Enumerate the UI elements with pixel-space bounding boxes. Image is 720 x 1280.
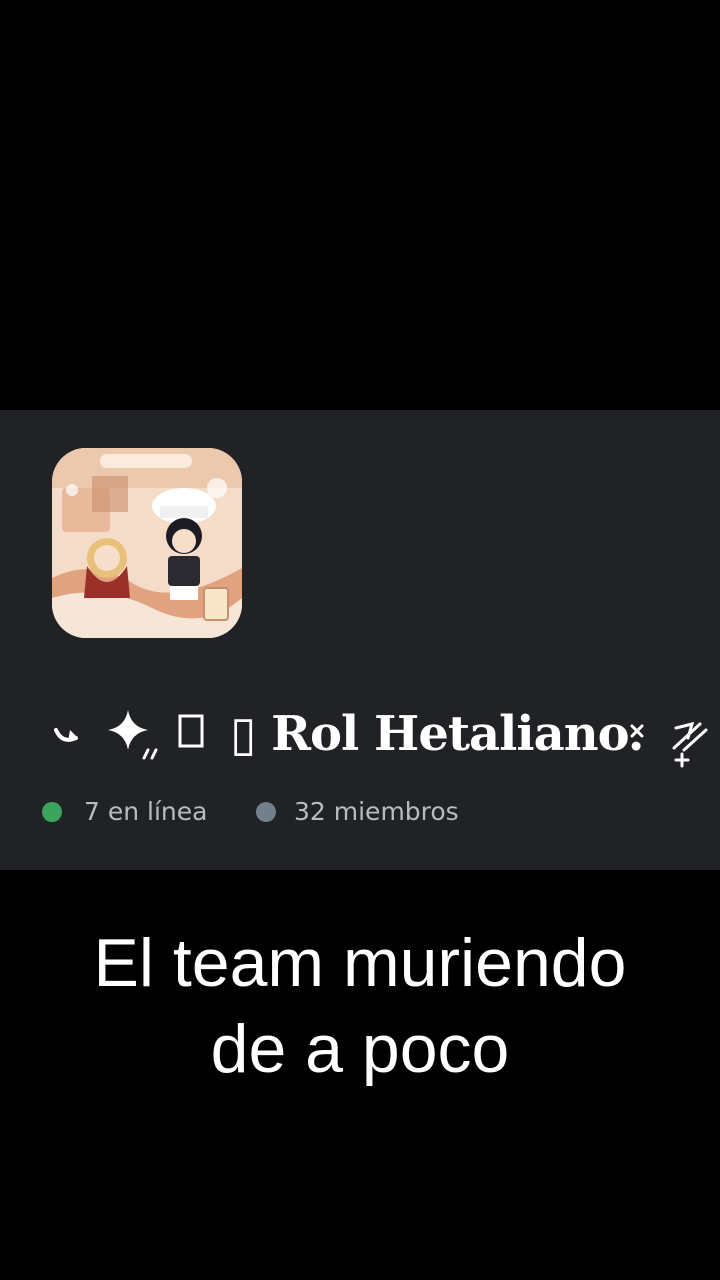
- server-icon[interactable]: [52, 448, 242, 638]
- online-count: 7 en línea: [40, 792, 240, 832]
- members-label: 32 miembros: [294, 797, 459, 826]
- cross-plus-decoration-icon: [630, 721, 708, 768]
- server-name: ▯ Rol Hetaliano.: [52, 700, 712, 770]
- caption-line-1: El team muriendo: [93, 925, 627, 1001]
- member-count: 32 miembros: [254, 792, 514, 832]
- online-label: 7 en línea: [84, 797, 208, 826]
- server-info-card: ▯ Rol Hetaliano. 7 en línea 32 miembros: [0, 410, 720, 870]
- page: ▯ Rol Hetaliano. 7 en línea 32 miembros …: [0, 0, 720, 1280]
- server-name-text: ▯ Rol Hetaliano.: [230, 706, 644, 762]
- online-dot-icon: [42, 802, 62, 822]
- video-caption: El team muriendo de a poco: [0, 920, 720, 1092]
- server-icon-artwork: [52, 448, 242, 638]
- members-dot-icon: [256, 802, 276, 822]
- caption-line-2: de a poco: [210, 1011, 510, 1087]
- sparkle-decoration-icon: [54, 710, 204, 760]
